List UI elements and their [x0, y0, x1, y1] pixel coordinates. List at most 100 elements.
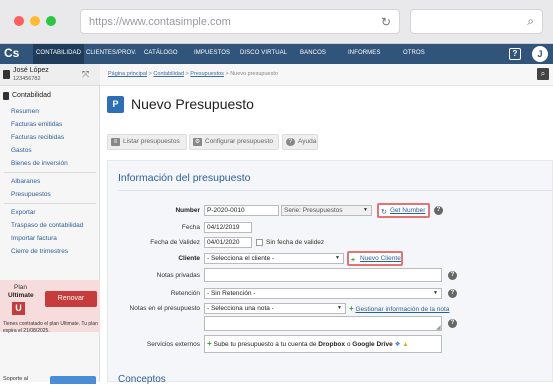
- minimize-window-button[interactable]: [30, 16, 40, 26]
- address-bar[interactable]: https://www.contasimple.com ↻: [80, 9, 400, 34]
- sidebar-item-exportar[interactable]: Exportar: [11, 209, 36, 216]
- concepts-section-title: Conceptos: [118, 374, 166, 385]
- sidebar-item-importar-factura[interactable]: Importar factura: [11, 235, 57, 242]
- reload-icon[interactable]: ↻: [381, 15, 391, 29]
- user-card: José López 123456782 ⤧: [0, 64, 100, 86]
- support-button[interactable]: [50, 376, 96, 384]
- help-icon[interactable]: ?: [448, 289, 457, 298]
- help-icon[interactable]: ?: [434, 206, 443, 215]
- refresh-icon: ↻: [381, 209, 387, 216]
- external-services-text: Sube tu presupuesto a tu cuenta de: [213, 341, 317, 348]
- nav-impuestos[interactable]: IMPUESTOS: [194, 50, 230, 56]
- client-select[interactable]: - Selecciona el cliente - ▼: [204, 253, 344, 264]
- help-icon[interactable]: ?: [448, 271, 457, 280]
- nav-clientes[interactable]: CLIENTES/PROV.: [86, 50, 137, 56]
- support-label: Soporte al: [3, 376, 29, 382]
- private-notes-label: Notas privadas: [156, 272, 200, 279]
- sidebar-item-presupuestos[interactable]: Presupuestos: [11, 191, 51, 198]
- notes-textarea[interactable]: [204, 316, 442, 331]
- breadcrumb-current: Nuevo presupuesto: [230, 71, 278, 77]
- number-input[interactable]: P-2020-0010: [204, 205, 279, 216]
- new-client-button[interactable]: + Nuevo Cliente: [347, 251, 403, 266]
- sidebar-item-facturas-recibidas[interactable]: Facturas recibidas: [11, 134, 64, 141]
- breadcrumb: Página principal > Contabilidad > Presup…: [108, 71, 278, 77]
- nav-bancos[interactable]: BANCOS: [300, 50, 326, 56]
- list-icon: ≡: [111, 138, 120, 146]
- sidebar-item-gastos[interactable]: Gastos: [11, 147, 32, 154]
- breadcrumb-bar: Página principal > Contabilidad > Presup…: [100, 64, 553, 86]
- retention-select[interactable]: - Sin Retención - ▼: [204, 288, 442, 299]
- sidebar-item-facturas-emitidas[interactable]: Facturas emitidas: [11, 121, 62, 128]
- plus-icon: +: [207, 339, 212, 348]
- google-drive-icon[interactable]: ▲: [402, 341, 408, 348]
- nav-otros[interactable]: OTROS: [403, 50, 425, 56]
- search-icon[interactable]: ⌕: [537, 68, 549, 80]
- configure-budget-label: Configurar presupuesto: [205, 138, 273, 145]
- get-number-label: Get Number: [390, 207, 426, 214]
- plan-badge: U: [12, 302, 25, 315]
- manage-notes-label: Gestionar información de la nota: [355, 306, 450, 313]
- configure-budget-button[interactable]: ⚙ Configurar presupuesto: [189, 134, 279, 150]
- validity-input[interactable]: 04/01/2020: [204, 237, 252, 248]
- plan-name: Ultimate: [8, 292, 34, 299]
- notes-select-value: - Selecciona una nota -: [207, 305, 274, 312]
- sidebar-divider: [4, 203, 96, 204]
- notes-select[interactable]: - Selecciona una nota - ▼: [204, 303, 346, 314]
- nav-catalogo[interactable]: CATÁLOGO: [144, 50, 178, 56]
- search-icon[interactable]: ⌕: [527, 14, 534, 29]
- get-number-button[interactable]: ↻ Get Number: [377, 203, 430, 218]
- date-input[interactable]: 04/12/2019: [204, 222, 252, 233]
- plan-label: Plan: [14, 284, 28, 291]
- plan-note: Tienes contratado el plan Ultimate. Tu p…: [3, 321, 98, 334]
- google-drive-link[interactable]: Google Drive: [352, 341, 392, 348]
- help-icon[interactable]: ?: [509, 48, 521, 60]
- budget-notes-label: Notas en el presupuesto: [129, 305, 200, 312]
- no-validity-checkbox[interactable]: [256, 239, 263, 246]
- help-icon[interactable]: ?: [448, 319, 457, 328]
- panel-divider: [118, 190, 553, 191]
- nav-informes[interactable]: INFORMES: [348, 50, 380, 56]
- nav-contabilidad[interactable]: CONTABILIDAD: [33, 44, 85, 64]
- dropbox-icon[interactable]: ❖: [395, 341, 401, 348]
- breadcrumb-presupuestos[interactable]: Presupuestos: [190, 71, 224, 77]
- panel-title: Información del presupuesto: [118, 172, 251, 184]
- manage-notes-link[interactable]: + Gestionar información de la nota: [349, 304, 449, 313]
- new-client-label: Nuevo Cliente: [360, 255, 401, 262]
- app-logo[interactable]: Cs: [4, 46, 24, 62]
- private-notes-input[interactable]: [204, 268, 442, 282]
- user-id: 123456782: [13, 76, 41, 82]
- chevron-down-icon: ▼: [363, 207, 368, 213]
- collapse-sidebar-icon[interactable]: ⤧: [82, 69, 89, 80]
- list-budgets-button[interactable]: ≡ Listar presupuestos: [107, 134, 187, 150]
- chevron-down-icon: ▼: [337, 305, 342, 311]
- nav-disco-virtual[interactable]: DISCO VIRTUAL: [240, 50, 287, 56]
- sidebar-item-cierre-trimestres[interactable]: Cierre de trimestres: [11, 248, 68, 255]
- validity-label: Fecha de Validez: [150, 239, 200, 246]
- retention-label: Retención: [170, 290, 200, 297]
- dropbox-link[interactable]: Dropbox: [318, 341, 345, 348]
- chevron-down-icon: ▼: [335, 255, 340, 261]
- sidebar-item-resumen[interactable]: Resumen: [11, 108, 39, 115]
- series-select-value: Serie: Presupuestos: [284, 207, 343, 214]
- retention-select-value: - Sin Retención -: [207, 290, 256, 297]
- maximize-window-button[interactable]: [46, 16, 56, 26]
- breadcrumb-home[interactable]: Página principal: [108, 71, 147, 77]
- external-or: o: [346, 341, 351, 348]
- help-label: Ayuda: [298, 138, 317, 145]
- series-select[interactable]: Serie: Presupuestos ▼: [281, 205, 372, 216]
- book-icon: [3, 92, 9, 100]
- sidebar-item-traspaso[interactable]: Traspaso de contabilidad: [11, 222, 83, 229]
- list-budgets-label: Listar presupuestos: [123, 138, 180, 145]
- resize-handle-icon[interactable]: ◢: [436, 324, 441, 331]
- sidebar-item-albaranes[interactable]: Albaranes: [11, 178, 40, 185]
- avatar[interactable]: J: [532, 46, 548, 62]
- browser-search-bar[interactable]: ⌕: [410, 9, 543, 34]
- page-title: Nuevo Presupuesto: [131, 96, 254, 112]
- breadcrumb-contabilidad[interactable]: Contabilidad: [153, 71, 184, 77]
- close-window-button[interactable]: [14, 16, 24, 26]
- main-nav: Cs CONTABILIDAD CLIENTES/PROV. CATÁLOGO …: [0, 44, 553, 64]
- client-select-value: - Selecciona el cliente -: [207, 255, 275, 262]
- help-button[interactable]: ? Ayuda: [282, 134, 318, 150]
- sidebar-item-bienes-inversion[interactable]: Bienes de inversión: [11, 160, 68, 167]
- gear-icon: ⚙: [193, 138, 202, 146]
